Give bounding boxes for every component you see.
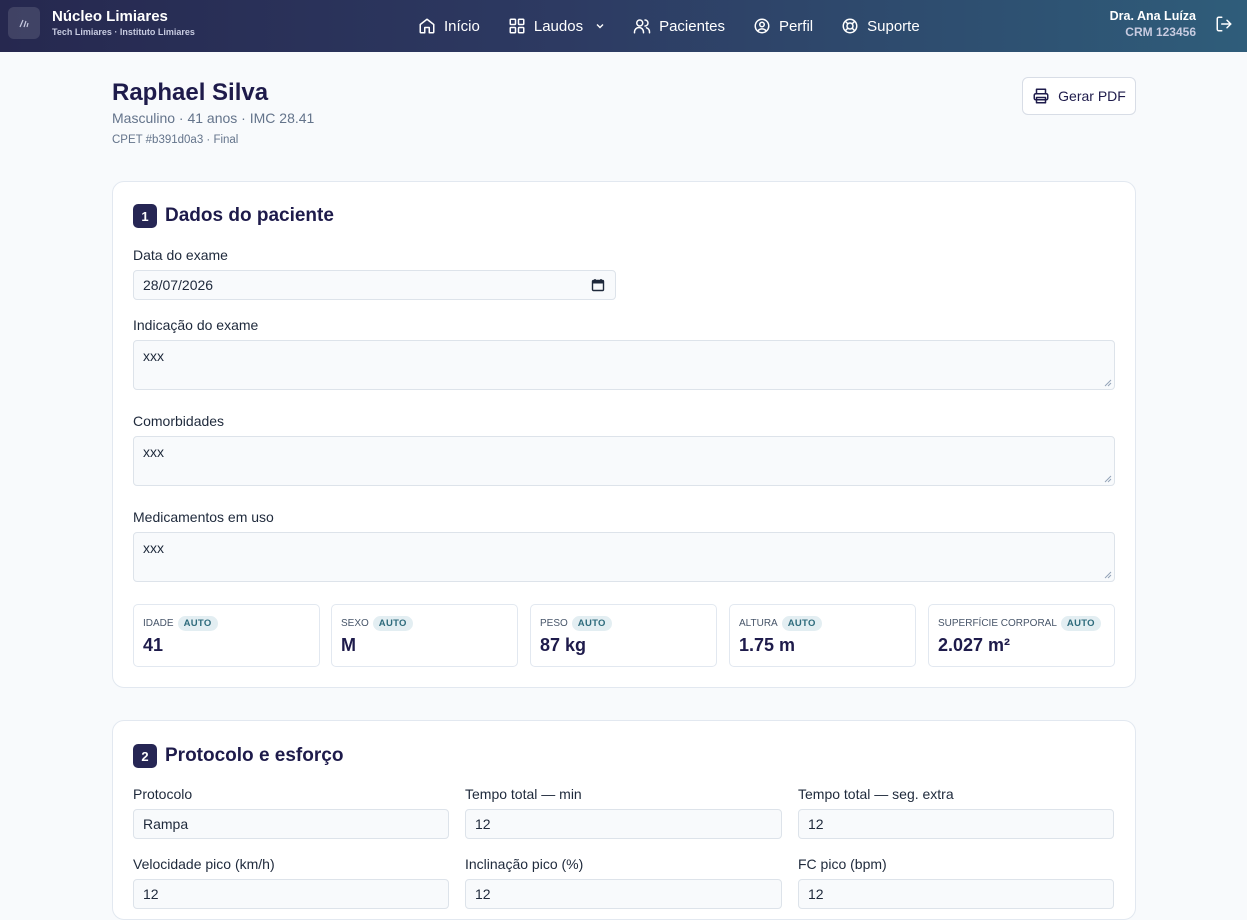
peak-incline-value: 12 [475, 886, 491, 902]
stat-label: Superfície corporal [938, 618, 1057, 629]
resize-handle-icon[interactable] [1104, 379, 1112, 387]
auto-badge: AUTO [177, 616, 218, 631]
nav-item-label: Início [444, 17, 480, 35]
peak-hr-value: 12 [808, 886, 824, 902]
total-time-sec-label: Tempo total — seg. extra [798, 786, 954, 802]
user-crm: CRM 123456 [1125, 25, 1196, 39]
protocol-value: Rampa [143, 816, 189, 832]
nav-item-label: Laudos [533, 17, 584, 35]
user-circle-icon [754, 18, 770, 34]
calendar-icon[interactable] [591, 278, 605, 292]
peak-hr-input[interactable]: 12 [798, 879, 1114, 909]
total-time-sec-value: 12 [808, 816, 824, 832]
peak-speed-input[interactable]: 12 [133, 879, 449, 909]
comorbidities-label: Comorbidades [133, 413, 225, 429]
auto-badge: AUTO [372, 616, 413, 631]
total-time-sec-input[interactable]: 12 [798, 809, 1114, 839]
user-info[interactable]: Dra. Ana Luíza CRM 123456 [1110, 8, 1196, 40]
stat-age: Idade AUTO 41 [133, 604, 320, 667]
stat-value: M [341, 635, 356, 655]
peak-incline-input[interactable]: 12 [465, 879, 782, 909]
stat-value: 1.75 m [739, 635, 796, 655]
nav-item-perfil[interactable]: Perfil [753, 17, 813, 35]
top-navigation-bar: Núcleo Limiares Tech Limiares · Institut… [0, 0, 1247, 52]
user-name: Dra. Ana Luíza [1109, 9, 1196, 23]
nav-item-label: Pacientes [659, 17, 725, 35]
users-icon [633, 19, 651, 34]
stat-body-surface: Superfície corporal AUTO 2.027 m² [928, 604, 1115, 667]
peak-hr-label: FC pico (bpm) [798, 856, 887, 872]
protocol-input[interactable]: Rampa [133, 809, 449, 839]
home-icon [419, 18, 435, 34]
peak-speed-label: Velocidade pico (km/h) [133, 856, 275, 872]
section-header: 1 Dados do paciente [133, 204, 334, 228]
brand-logo-icon [8, 7, 40, 39]
stat-label: Idade [143, 618, 174, 629]
exam-date-input[interactable]: 28/07/2026 [133, 270, 616, 300]
indication-label: Indicação do exame [133, 317, 259, 333]
section-number: 2 [133, 744, 157, 768]
stat-label: Peso [540, 618, 568, 629]
resize-handle-icon[interactable] [1104, 475, 1112, 483]
auto-badge: AUTO [571, 616, 612, 631]
chevron-down-icon [596, 24, 604, 29]
stat-sex: Sexo AUTO M [331, 604, 518, 667]
total-time-min-input[interactable]: 12 [465, 809, 782, 839]
nav-item-suporte[interactable]: Suporte [841, 17, 920, 35]
stat-value: 41 [143, 635, 164, 655]
nav-item-inicio[interactable]: Início [418, 17, 480, 35]
nav-item-label: Perfil [778, 17, 814, 35]
comorbidities-value: xxx [143, 444, 164, 460]
exam-reference: CPET #b391d0a3 · Final [112, 134, 239, 146]
resize-handle-icon[interactable] [1104, 571, 1112, 579]
main-nav: Início Laudos Pacientes Perfil Suporte [418, 0, 948, 52]
logout-button[interactable] [1215, 15, 1233, 38]
section-header: 2 Protocolo e esforço [133, 744, 343, 768]
nav-item-laudos[interactable]: Laudos [508, 17, 605, 35]
indication-value: xxx [143, 348, 164, 364]
exam-date-label: Data do exame [133, 247, 228, 263]
medications-value: xxx [143, 540, 164, 556]
comorbidities-textarea[interactable]: xxx [133, 436, 1115, 486]
stat-label: Altura [739, 618, 778, 629]
stat-value: 2.027 m² [938, 635, 1011, 655]
peak-incline-label: Inclinação pico (%) [465, 856, 584, 872]
brand[interactable]: Núcleo Limiares Tech Limiares · Institut… [8, 7, 195, 39]
lifebuoy-icon [842, 18, 858, 34]
medications-label: Medicamentos em uso [133, 509, 274, 525]
logout-icon [1216, 16, 1232, 32]
printer-icon [1033, 88, 1049, 104]
stat-label: Sexo [341, 618, 369, 629]
auto-badge: AUTO [781, 616, 822, 631]
generate-pdf-label: Gerar PDF [1058, 88, 1126, 104]
patient-meta: Masculino · 41 anos · IMC 28.41 [112, 110, 315, 126]
section-patient-data: 1 Dados do paciente Data do exame 28/07/… [112, 181, 1136, 688]
auto-badge: AUTO [1060, 616, 1101, 631]
section-title: Dados do paciente [165, 205, 334, 226]
section-title: Protocolo e esforço [165, 745, 344, 766]
stat-value: 87 kg [540, 635, 587, 655]
page-title: Raphael Silva [112, 79, 269, 106]
indication-textarea[interactable]: xxx [133, 340, 1115, 390]
section-number: 1 [133, 204, 157, 228]
total-time-min-value: 12 [475, 816, 491, 832]
generate-pdf-button[interactable]: Gerar PDF [1022, 77, 1136, 115]
total-time-min-label: Tempo total — min [465, 786, 582, 802]
nav-item-pacientes[interactable]: Pacientes [633, 17, 725, 35]
medications-textarea[interactable]: xxx [133, 532, 1115, 582]
stat-weight: Peso AUTO 87 kg [530, 604, 717, 667]
protocol-label: Protocolo [133, 786, 193, 802]
grid-icon [509, 18, 525, 34]
app-subtitle: Tech Limiares · Instituto Limiares [52, 27, 195, 37]
app-title: Núcleo Limiares [52, 8, 168, 25]
section-protocol: 2 Protocolo e esforço Protocolo Rampa Te… [112, 720, 1136, 920]
nav-item-label: Suporte [867, 17, 920, 35]
stat-height: Altura AUTO 1.75 m [729, 604, 916, 667]
peak-speed-value: 12 [143, 886, 159, 902]
exam-date-value: 28/07/2026 [143, 277, 214, 293]
